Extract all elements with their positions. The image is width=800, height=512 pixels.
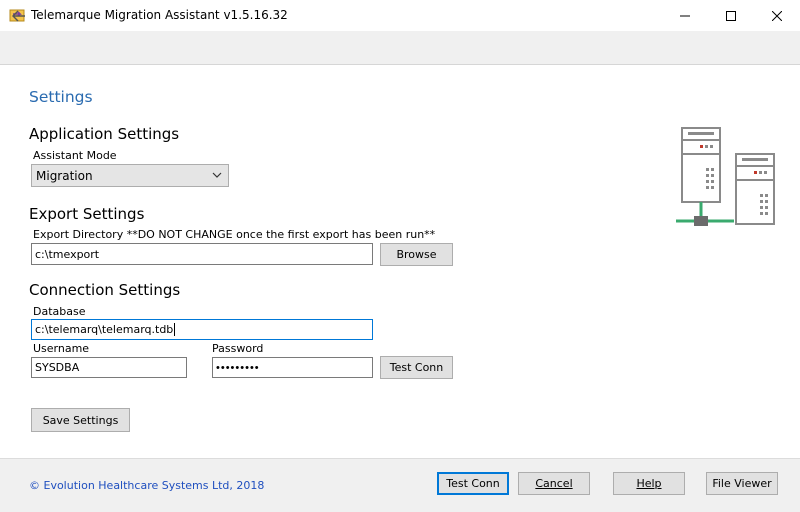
page-title: Settings bbox=[29, 88, 93, 106]
export-directory-label: Export Directory **DO NOT CHANGE once th… bbox=[33, 228, 436, 241]
password-label: Password bbox=[212, 342, 264, 355]
browse-button[interactable]: Browse bbox=[380, 243, 453, 266]
back-button[interactable] bbox=[8, 6, 30, 26]
save-settings-button[interactable]: Save Settings bbox=[31, 408, 130, 432]
database-value: c:\telemarq\telemarq.tdb bbox=[35, 323, 174, 336]
assistant-mode-select[interactable]: Migration bbox=[31, 164, 229, 187]
chevron-down-icon bbox=[212, 172, 222, 178]
minimize-button[interactable] bbox=[662, 0, 708, 31]
window-title: Telemarque Migration Assistant v1.5.16.3… bbox=[31, 8, 288, 22]
file-viewer-button[interactable]: File Viewer bbox=[706, 472, 778, 495]
server-icon bbox=[681, 127, 721, 203]
server-icon bbox=[735, 153, 775, 225]
application-settings-heading: Application Settings bbox=[29, 125, 180, 143]
username-input[interactable]: SYSDBA bbox=[31, 357, 187, 378]
back-arrow-icon bbox=[12, 10, 25, 22]
close-icon bbox=[772, 10, 782, 21]
maximize-icon bbox=[726, 10, 736, 21]
database-input[interactable]: c:\telemarq\telemarq.tdb bbox=[31, 319, 373, 340]
export-directory-value: c:\tmexport bbox=[35, 247, 100, 261]
cancel-button[interactable]: Cancel bbox=[518, 472, 590, 495]
username-value: SYSDBA bbox=[35, 361, 80, 374]
password-input[interactable] bbox=[212, 357, 373, 378]
database-label: Database bbox=[33, 305, 86, 318]
help-label: Help bbox=[636, 477, 662, 490]
footer-test-connection-button[interactable]: Test Conn bbox=[437, 472, 509, 495]
nav-bar bbox=[0, 31, 800, 65]
network-connector-icon bbox=[676, 202, 734, 226]
assistant-mode-value: Migration bbox=[36, 168, 93, 183]
connection-settings-heading: Connection Settings bbox=[29, 281, 181, 299]
text-cursor bbox=[174, 323, 176, 336]
close-button[interactable] bbox=[754, 0, 800, 31]
minimize-icon bbox=[680, 15, 690, 16]
export-directory-input[interactable]: c:\tmexport bbox=[31, 243, 373, 265]
copyright-text: © Evolution Healthcare Systems Ltd, 2018 bbox=[29, 479, 265, 492]
help-button[interactable]: Help bbox=[613, 472, 685, 495]
assistant-mode-label: Assistant Mode bbox=[33, 149, 117, 162]
username-label: Username bbox=[33, 342, 90, 355]
server-network-illustration bbox=[672, 124, 784, 234]
maximize-button[interactable] bbox=[708, 0, 754, 31]
test-connection-button[interactable]: Test Conn bbox=[380, 356, 453, 379]
cancel-label: Cancel bbox=[535, 477, 573, 490]
export-settings-heading: Export Settings bbox=[29, 205, 145, 223]
